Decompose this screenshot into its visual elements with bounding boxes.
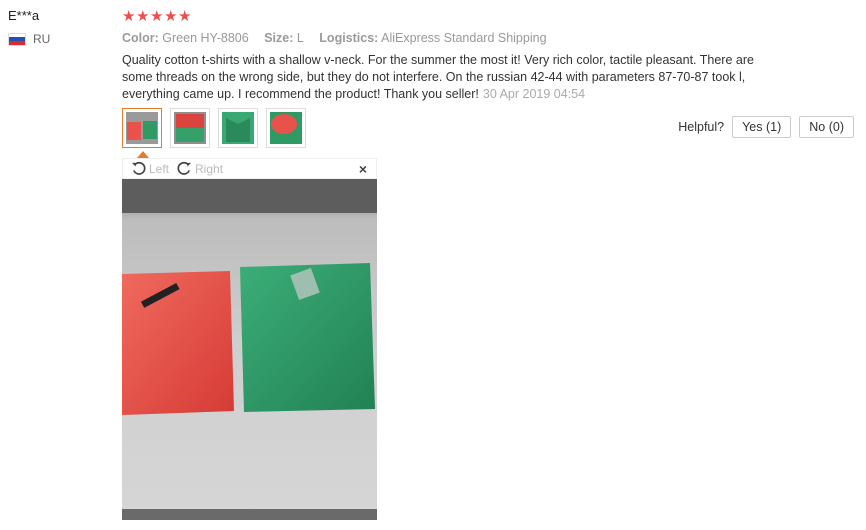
russia-flag-icon <box>8 32 26 46</box>
photo-thumbnails <box>122 108 306 148</box>
star-icon: ★ <box>164 8 178 25</box>
reviewer-country: RU <box>8 32 50 46</box>
star-icon: ★ <box>136 8 150 25</box>
color-label: Color: <box>122 31 159 45</box>
photo-viewer-toolbar: Left Right × <box>122 158 377 179</box>
photo-thumbnail-2[interactable] <box>170 108 210 148</box>
rotate-right-label: Right <box>195 161 224 176</box>
rating-stars: ★ ★ ★ ★ ★ <box>122 9 191 24</box>
country-code: RU <box>33 32 51 46</box>
order-info: Color: Green HY-8806 Size: L Logistics: … <box>122 31 559 45</box>
rotate-left-label: Left <box>149 161 170 176</box>
rotate-left-button[interactable]: Left <box>131 161 169 176</box>
photo-thumbnail-red-green-flat <box>174 112 206 144</box>
vote-yes-button[interactable]: Yes (1) <box>732 116 792 138</box>
close-icon[interactable]: × <box>359 161 367 177</box>
enlarged-photo <box>122 179 377 520</box>
photo-thumbnail-green-shirt <box>222 112 254 144</box>
vote-no-button[interactable]: No (0) <box>799 116 854 138</box>
star-icon: ★ <box>150 8 164 25</box>
helpful-vote: Helpful? Yes (1) No (0) <box>678 116 854 138</box>
size-label: Size: <box>264 31 294 45</box>
helpful-label: Helpful? <box>678 120 725 134</box>
photo-thumbnail-3[interactable] <box>218 108 258 148</box>
rotate-right-button[interactable]: Right <box>177 161 223 176</box>
active-thumbnail-pointer <box>137 151 149 158</box>
star-icon: ★ <box>122 8 136 25</box>
photo-red-and-green-shirts <box>122 179 377 520</box>
photo-thumbnail-red-green-shirts <box>126 112 158 144</box>
color-value: Green HY-8806 <box>162 31 249 45</box>
photo-thumbnail-red-green-pile <box>270 112 302 144</box>
photo-thumbnail-1[interactable] <box>122 108 162 148</box>
star-icon: ★ <box>178 8 192 25</box>
rotate-right-icon <box>177 161 192 175</box>
size-value: L <box>296 31 304 45</box>
photo-thumbnail-4[interactable] <box>266 108 306 148</box>
rotate-left-icon <box>131 161 146 175</box>
review-text: Quality cotton t-shirts with a shallow v… <box>122 53 754 101</box>
review-body: Quality cotton t-shirts with a shallow v… <box>122 52 762 103</box>
review-date: 30 Apr 2019 04:54 <box>482 87 586 101</box>
logistics-value: AliExpress Standard Shipping <box>381 31 547 45</box>
reviewer-name: E***a <box>8 8 40 23</box>
logistics-label: Logistics: <box>319 31 379 45</box>
